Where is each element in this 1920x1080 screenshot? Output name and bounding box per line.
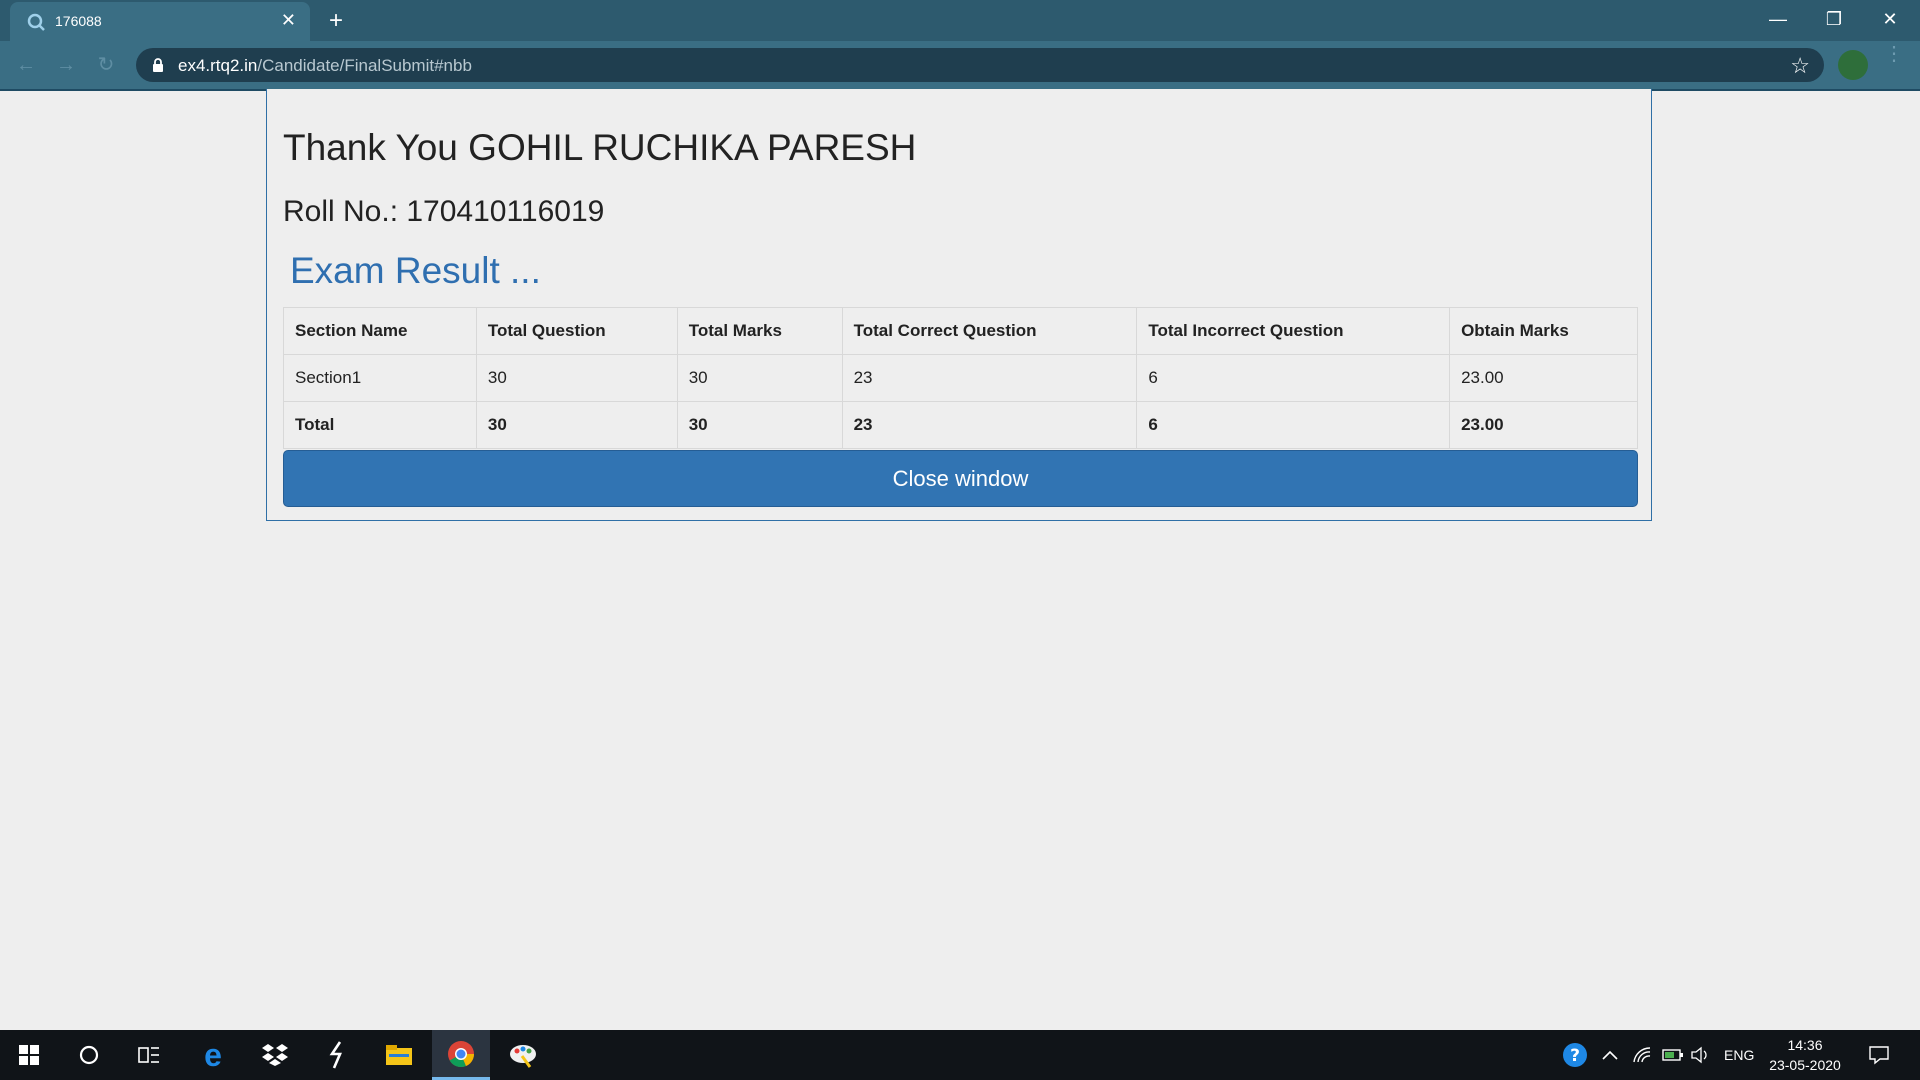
new-tab-button[interactable]: + bbox=[322, 8, 350, 36]
browser-menu-icon[interactable]: ⋮ bbox=[1884, 44, 1904, 64]
table-cell: 30 bbox=[676, 401, 843, 449]
thank-you-heading: Thank You GOHIL RUCHIKA PARESH bbox=[283, 127, 917, 168]
header-total-marks: Total Marks bbox=[676, 307, 843, 355]
task-view-icon[interactable] bbox=[120, 1030, 178, 1080]
dropbox-icon[interactable] bbox=[246, 1030, 304, 1080]
header-total-question: Total Question bbox=[475, 307, 678, 355]
lock-icon[interactable] bbox=[150, 57, 166, 73]
browser-toolbar: ← → ↻ ex4.rtq2.in/Candidate/FinalSubmit#… bbox=[0, 41, 1920, 91]
cortana-icon[interactable] bbox=[60, 1030, 118, 1080]
tab-title: 176088 bbox=[55, 13, 102, 29]
result-panel: Thank You GOHIL RUCHIKA PARESH Roll No.:… bbox=[266, 89, 1652, 521]
table-cell: 6 bbox=[1136, 401, 1451, 449]
table-cell: 23 bbox=[841, 354, 1138, 402]
profile-avatar[interactable] bbox=[1838, 50, 1868, 80]
reload-icon[interactable]: ↻ bbox=[94, 53, 118, 77]
volume-icon[interactable] bbox=[1690, 1030, 1710, 1080]
clock-date: 23-05-2020 bbox=[1769, 1057, 1841, 1073]
wifi-icon[interactable] bbox=[1632, 1030, 1652, 1080]
tab-favicon-icon bbox=[27, 13, 45, 31]
close-window-button[interactable]: Close window bbox=[283, 450, 1638, 507]
table-cell: 30 bbox=[475, 354, 678, 402]
header-total-incorrect: Total Incorrect Question bbox=[1136, 307, 1451, 355]
bookmark-star-icon[interactable]: ☆ bbox=[1790, 53, 1810, 79]
file-explorer-icon[interactable] bbox=[370, 1030, 428, 1080]
result-table: Section Name Total Question Total Marks … bbox=[283, 307, 1638, 449]
table-total-row: Total 30 30 23 6 23.00 bbox=[283, 401, 1638, 449]
table-cell: 23 bbox=[841, 401, 1138, 449]
help-icon[interactable]: ? bbox=[1562, 1030, 1588, 1080]
windows-start-icon[interactable] bbox=[0, 1030, 58, 1080]
header-obtain-marks: Obtain Marks bbox=[1449, 307, 1638, 355]
table-row: Section1 30 30 23 6 23.00 bbox=[283, 354, 1638, 402]
table-cell: Total bbox=[283, 401, 477, 449]
chrome-icon[interactable] bbox=[432, 1030, 490, 1080]
table-cell: 30 bbox=[475, 401, 678, 449]
table-cell: 6 bbox=[1136, 354, 1451, 402]
show-hidden-icons-chevron-icon[interactable] bbox=[1602, 1030, 1618, 1080]
action-center-icon[interactable] bbox=[1868, 1030, 1890, 1080]
taskbar: e ? ENG 14:36 23-05-2020 bbox=[0, 1030, 1920, 1080]
browser-tab[interactable]: 176088 ✕ bbox=[10, 2, 310, 41]
url-path: /Candidate/FinalSubmit#nbb bbox=[257, 56, 472, 75]
sublime-icon[interactable] bbox=[308, 1030, 366, 1080]
url-host: ex4.rtq2.in bbox=[178, 56, 258, 75]
language-indicator[interactable]: ENG bbox=[1724, 1030, 1754, 1080]
browser-tab-bar: 176088 ✕ + — ❐ ✕ bbox=[0, 0, 1920, 41]
header-total-correct: Total Correct Question bbox=[841, 307, 1138, 355]
edge-icon[interactable]: e bbox=[184, 1030, 242, 1080]
clock[interactable]: 14:36 23-05-2020 bbox=[1760, 1035, 1850, 1075]
table-cell: Section1 bbox=[283, 354, 477, 402]
tab-close-icon[interactable]: ✕ bbox=[281, 10, 296, 31]
header-section-name: Section Name bbox=[283, 307, 477, 355]
minimize-button[interactable]: — bbox=[1750, 0, 1806, 41]
clock-time: 14:36 bbox=[1787, 1037, 1823, 1053]
forward-arrow-icon[interactable]: → bbox=[54, 53, 78, 77]
roll-number: Roll No.: 170410116019 bbox=[283, 195, 605, 228]
address-bar[interactable]: ex4.rtq2.in/Candidate/FinalSubmit#nbb ☆ bbox=[136, 48, 1824, 82]
paint-icon[interactable] bbox=[494, 1030, 552, 1080]
back-arrow-icon[interactable]: ← bbox=[14, 53, 38, 77]
window-close-button[interactable]: ✕ bbox=[1862, 0, 1918, 41]
table-header-row: Section Name Total Question Total Marks … bbox=[283, 307, 1638, 355]
table-cell: 23.00 bbox=[1449, 354, 1638, 402]
restore-button[interactable]: ❐ bbox=[1806, 0, 1862, 41]
battery-icon[interactable] bbox=[1662, 1030, 1684, 1080]
table-cell: 23.00 bbox=[1449, 401, 1638, 449]
svg-text:?: ? bbox=[1570, 1046, 1580, 1066]
exam-result-heading: Exam Result ... bbox=[290, 250, 541, 291]
table-cell: 30 bbox=[676, 354, 843, 402]
url-text[interactable]: ex4.rtq2.in/Candidate/FinalSubmit#nbb bbox=[178, 56, 472, 76]
